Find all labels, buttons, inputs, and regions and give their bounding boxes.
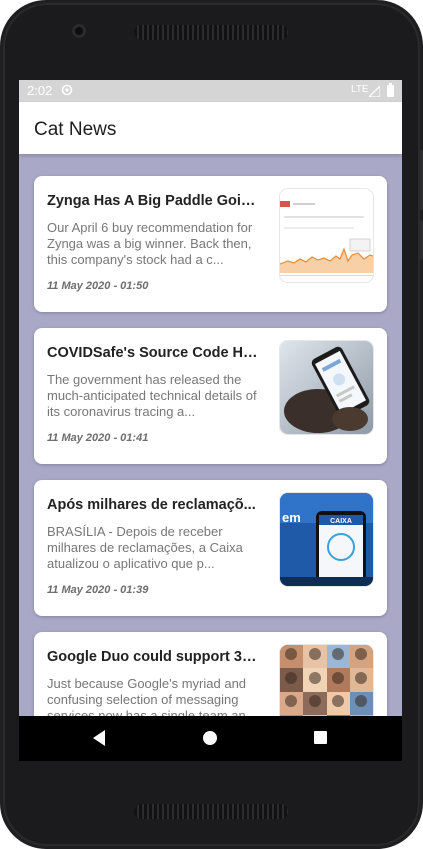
article-headline: Google Duo could support 32... xyxy=(47,649,259,665)
status-time: 2:02 xyxy=(27,83,53,98)
article-summary: Our April 6 buy recommendation for Zynga… xyxy=(47,220,253,267)
battery-icon xyxy=(387,83,394,97)
status-bar: 2:02 LTE xyxy=(19,80,402,102)
article-headline: Zynga Has A Big Paddle Goin... xyxy=(47,193,259,209)
phone-frame: 2:02 LTE Cat News Zynga Has A Big Paddle… xyxy=(0,0,423,849)
article-date: 11 May 2020 - 01:50 xyxy=(47,280,149,292)
news-card[interactable]: Google Duo could support 32... Just beca… xyxy=(34,632,387,716)
banner-text-fragment: em xyxy=(282,510,301,525)
news-card[interactable]: Zynga Has A Big Paddle Goin... Our April… xyxy=(34,176,387,312)
earpiece-speaker xyxy=(134,25,288,40)
article-summary: BRASÍLIA - Depois de receber milhares de… xyxy=(47,524,243,571)
home-icon[interactable] xyxy=(203,731,217,745)
article-date: 11 May 2020 - 01:39 xyxy=(47,584,149,596)
article-summary: The government has released the much-ant… xyxy=(47,372,257,419)
video-call-grid-thumbnail xyxy=(280,645,373,716)
article-headline: COVIDSafe's Source Code Ha... xyxy=(47,345,259,361)
front-camera xyxy=(72,24,86,38)
caixa-logo-text: CAIXA xyxy=(330,518,352,525)
phone-in-hand-thumbnail xyxy=(280,341,373,434)
article-headline: Após milhares de reclamaçõ... xyxy=(47,497,256,513)
news-card[interactable]: Após milhares de reclamaçõ... BRASÍLIA -… xyxy=(34,480,387,616)
network-type: LTE xyxy=(351,84,369,95)
article-summary: Just because Google's myriad and confusi… xyxy=(47,676,257,716)
stock-chart-thumbnail xyxy=(280,189,373,282)
back-icon[interactable] xyxy=(91,729,107,747)
recents-icon[interactable] xyxy=(314,731,327,744)
sync-icon xyxy=(61,84,73,96)
news-list[interactable]: Zynga Has A Big Paddle Goin... Our April… xyxy=(19,154,402,716)
app-title: Cat News xyxy=(34,119,117,140)
news-card[interactable]: COVIDSafe's Source Code Ha... The govern… xyxy=(34,328,387,464)
navigation-bar xyxy=(19,716,402,761)
article-date: 11 May 2020 - 01:41 xyxy=(47,432,149,444)
app-bar: Cat News xyxy=(19,102,402,154)
bottom-speaker xyxy=(134,804,288,819)
screen: 2:02 LTE Cat News Zynga Has A Big Paddle… xyxy=(19,80,402,761)
signal-icon xyxy=(367,84,381,98)
caixa-app-thumbnail: em CAIXA xyxy=(280,493,373,586)
